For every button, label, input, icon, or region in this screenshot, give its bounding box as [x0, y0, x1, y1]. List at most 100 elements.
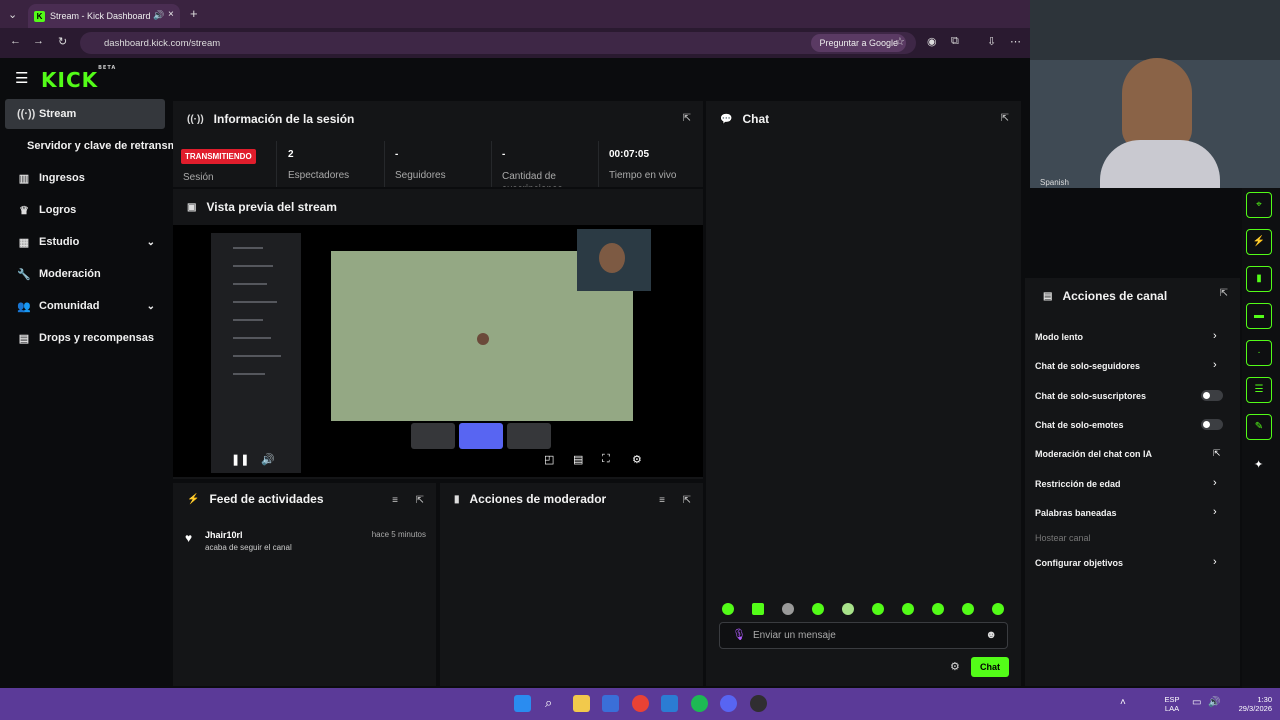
- sidebar-item-estudio[interactable]: ▦ Estudio ⌄: [5, 227, 165, 257]
- language-indicator[interactable]: ESP LAA: [1160, 695, 1184, 713]
- sidebar-item-moderacion[interactable]: 🔧 Moderación: [5, 259, 165, 289]
- emotes-only-toggle[interactable]: [1201, 419, 1223, 430]
- back-icon[interactable]: ←: [10, 35, 21, 47]
- sidebar-item-server-key[interactable]: Servidor y clave de retransmisión: [5, 131, 173, 161]
- popout-icon[interactable]: ⇱: [416, 495, 424, 506]
- extensions-icon[interactable]: ⧉: [951, 35, 959, 48]
- subscribers-only-toggle[interactable]: [1201, 390, 1223, 401]
- popout-icon[interactable]: ⇱: [683, 495, 691, 506]
- action-banned-words[interactable]: Palabras baneadas: [1035, 508, 1117, 518]
- emote-icon[interactable]: [872, 603, 884, 615]
- clock[interactable]: 1:30 29/3/2026: [1226, 695, 1272, 713]
- chat-settings-icon[interactable]: ⚙: [950, 660, 960, 673]
- fullscreen-icon[interactable]: ⛶: [602, 453, 610, 466]
- action-ai-moderation[interactable]: Moderación del chat con IA: [1035, 449, 1152, 459]
- action-slow-mode[interactable]: Modo lento: [1035, 332, 1083, 342]
- chevron-up-icon[interactable]: ˄: [1120, 697, 1126, 708]
- lightning-icon[interactable]: ⚡: [1246, 229, 1272, 255]
- document-icon[interactable]: ▮: [1246, 266, 1272, 292]
- emote-icon[interactable]: [752, 603, 764, 615]
- wrench-icon[interactable]: ✎: [1246, 414, 1272, 440]
- address-bar[interactable]: dashboard.kick.com/stream Preguntar a Go…: [80, 32, 916, 54]
- emote-icon[interactable]: [962, 603, 974, 615]
- preview-line: [233, 373, 265, 375]
- bookmark-star-icon[interactable]: ☆: [895, 35, 905, 48]
- feed-username[interactable]: Jhair10rl: [205, 530, 243, 540]
- store-icon[interactable]: [602, 695, 619, 712]
- action-subscribers-only: Chat de solo-suscriptores: [1035, 391, 1147, 401]
- volume-icon[interactable]: 🔊: [261, 453, 275, 466]
- profile-icon[interactable]: ◉: [927, 35, 937, 48]
- right-icon-rail: ⌖ ⚡ ▮ ▬ · ☰ ✎ ✦: [1242, 188, 1280, 688]
- kick-logo[interactable]: KICKBETA: [41, 65, 116, 92]
- filter-icon[interactable]: ≡: [659, 495, 665, 506]
- obs-icon[interactable]: [750, 695, 767, 712]
- emote-icon[interactable]: [722, 603, 734, 615]
- emote-icon[interactable]: [992, 603, 1004, 615]
- sidebar-item-comunidad[interactable]: 👥 Comunidad ⌄: [5, 291, 165, 321]
- broadcast-icon[interactable]: ·: [1246, 340, 1272, 366]
- reload-icon[interactable]: ↻: [58, 35, 67, 48]
- action-set-goals[interactable]: Configurar objetivos: [1035, 558, 1123, 568]
- sidebar-item-logros[interactable]: ♛ Logros: [5, 195, 165, 225]
- channel-icon: ▤: [1043, 290, 1053, 302]
- emote-icon[interactable]: [902, 603, 914, 615]
- windows-start-icon[interactable]: [514, 695, 531, 712]
- mod-actions-panel: ▮ Acciones de moderador ≡ ⇱: [440, 483, 703, 686]
- chevron-right-icon[interactable]: ›: [1213, 506, 1217, 518]
- chat-bubble-icon: 💬: [720, 113, 733, 125]
- stream-video-player[interactable]: ❚❚ 🔊 ◰ ▤ ⛶ ⚙: [173, 225, 703, 477]
- emote-icon[interactable]: [782, 603, 794, 615]
- forward-icon[interactable]: →: [33, 35, 44, 47]
- sidebar-item-stream[interactable]: ((·)) Stream: [5, 99, 165, 129]
- volume-icon[interactable]: 🔊: [1208, 697, 1220, 708]
- microphone-icon[interactable]: 🎙: [732, 628, 746, 641]
- focus-icon[interactable]: ⌖: [1246, 192, 1272, 218]
- emote-icon[interactable]: [932, 603, 944, 615]
- app-icon[interactable]: [661, 695, 678, 712]
- sidebar-item-ingresos[interactable]: ▥ Ingresos: [5, 163, 165, 193]
- pause-icon[interactable]: ❚❚: [231, 453, 249, 466]
- filter-icon[interactable]: ≡: [392, 495, 398, 506]
- menu-icon[interactable]: ⋯: [1010, 35, 1021, 48]
- emote-icon[interactable]: [812, 603, 824, 615]
- chat-send-button[interactable]: Chat: [971, 657, 1009, 677]
- emote-icon[interactable]: [842, 603, 854, 615]
- url-text: dashboard.kick.com/stream: [104, 37, 221, 49]
- popout-icon[interactable]: ⇱: [1001, 113, 1009, 124]
- hamburger-menu-icon[interactable]: ☰: [15, 69, 28, 87]
- chrome-icon[interactable]: [632, 695, 649, 712]
- popout-icon[interactable]: ⇱: [683, 113, 691, 124]
- ask-google-button[interactable]: Preguntar a Google: [811, 34, 906, 52]
- chevron-right-icon[interactable]: ›: [1213, 359, 1217, 371]
- chevron-right-icon[interactable]: ›: [1213, 330, 1217, 342]
- chevron-right-icon[interactable]: ›: [1213, 556, 1217, 568]
- discord-icon[interactable]: [720, 695, 737, 712]
- file-explorer-icon[interactable]: [573, 695, 590, 712]
- chat-message-input[interactable]: 🎙 Enviar un mensaje ☻: [719, 622, 1008, 649]
- action-age-restriction[interactable]: Restricción de edad: [1035, 479, 1121, 489]
- search-icon[interactable]: ⌕: [545, 695, 552, 711]
- pip-icon[interactable]: ◰: [544, 453, 554, 466]
- downloads-icon[interactable]: ⇩: [987, 35, 996, 48]
- webcam-overlay: Spanish: [1030, 0, 1280, 188]
- preview-icon: ▣: [187, 201, 197, 213]
- browser-tab[interactable]: K Stream - Kick Dashboard 🔊 ×: [28, 4, 180, 28]
- stat-subscriptions: - Cantidad de suscripciones: [492, 141, 599, 187]
- chevron-right-icon[interactable]: ›: [1213, 477, 1217, 489]
- emoji-icon[interactable]: ☻: [985, 629, 997, 641]
- sidebar-item-drops[interactable]: ▤ Drops y recompensas: [5, 323, 165, 353]
- settings-icon[interactable]: ⚙: [632, 453, 642, 466]
- clip-icon[interactable]: ▤: [573, 453, 583, 466]
- network-icon[interactable]: ▭: [1192, 697, 1201, 708]
- layout-icon[interactable]: ☰: [1246, 377, 1272, 403]
- external-link-icon[interactable]: ⇱: [1213, 448, 1221, 459]
- tab-list-icon[interactable]: ⌄: [8, 8, 17, 21]
- close-tab-icon[interactable]: ×: [168, 9, 174, 20]
- new-tab-icon[interactable]: +: [190, 6, 198, 21]
- shapes-icon[interactable]: ✦: [1254, 458, 1263, 471]
- chat-bubble-icon[interactable]: ▬: [1246, 303, 1272, 329]
- popout-icon[interactable]: ⇱: [1220, 288, 1228, 299]
- spotify-icon[interactable]: [691, 695, 708, 712]
- action-followers-only[interactable]: Chat de solo-seguidores: [1035, 361, 1140, 371]
